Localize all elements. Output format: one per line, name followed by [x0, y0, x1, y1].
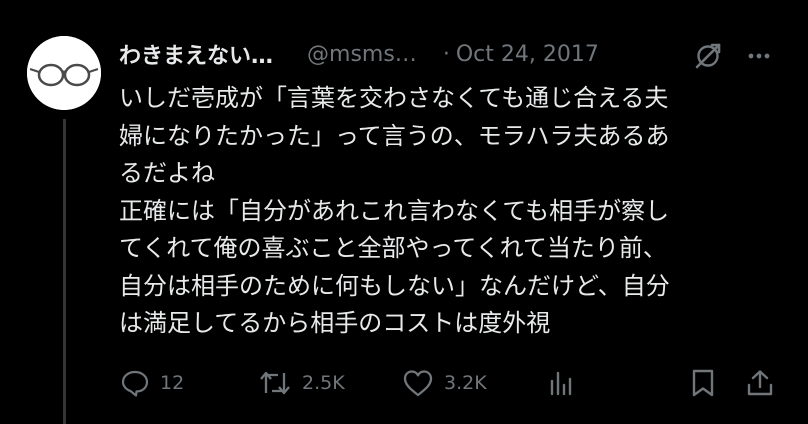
bookmark-button[interactable]: [690, 366, 716, 400]
separator-dot: ·: [442, 41, 450, 67]
heart-icon: [403, 370, 433, 397]
grok-icon[interactable]: [693, 41, 723, 71]
like-button[interactable]: 3.2K: [402, 366, 487, 400]
reply-icon: [121, 370, 149, 397]
tweet-text: いしだ壱成が「言葉を交わさなくても通じ合える夫 婦になりたかった」って言うの、モ…: [119, 84, 670, 337]
bookmark-icon: [692, 369, 714, 397]
repost-count: 2.5K: [302, 372, 345, 394]
tweet: わきまえない… @msms… · Oct 24, 2017 いしだ壱成が「言葉を…: [0, 0, 808, 424]
action-bar: 12 2.5K 3.2K: [0, 362, 808, 404]
display-name[interactable]: わきまえない…: [119, 38, 273, 70]
more-icon[interactable]: [744, 43, 774, 69]
share-button[interactable]: [746, 366, 774, 400]
user-handle[interactable]: @msms…: [307, 42, 417, 67]
repost-icon: [260, 371, 290, 395]
avatar[interactable]: [27, 36, 101, 110]
timestamp[interactable]: Oct 24, 2017: [456, 42, 599, 67]
views-button[interactable]: [548, 366, 574, 400]
reply-button[interactable]: 12: [120, 366, 184, 400]
repost-button[interactable]: 2.5K: [258, 366, 345, 400]
bar-chart-icon: [550, 371, 572, 396]
like-count: 3.2K: [444, 372, 487, 394]
tweet-header: わきまえない… @msms… · Oct 24, 2017: [119, 34, 779, 74]
reply-count: 12: [160, 372, 185, 394]
glasses-icon: [27, 36, 101, 110]
share-icon: [747, 370, 773, 396]
